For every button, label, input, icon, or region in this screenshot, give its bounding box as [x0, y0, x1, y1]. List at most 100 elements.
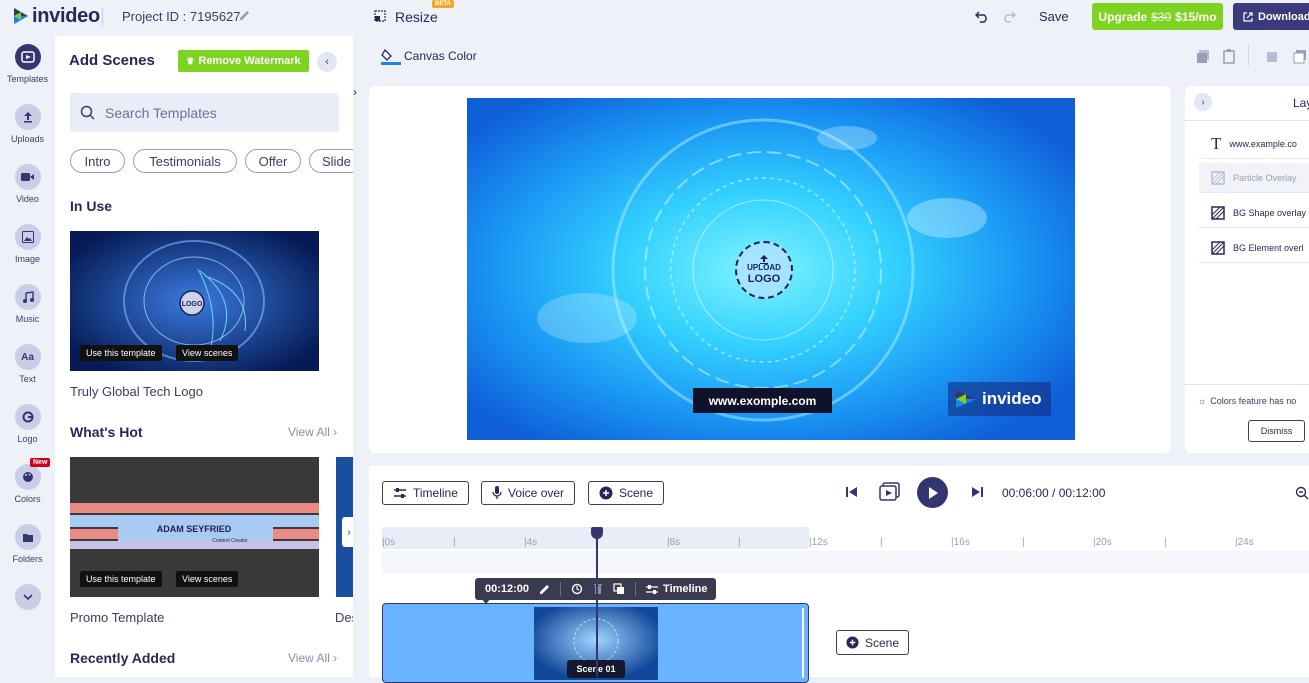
scene-timeline-button[interactable]: Timeline	[646, 583, 707, 595]
remove-watermark-button[interactable]: ♛ Remove Watermark	[178, 50, 309, 72]
edit-pencil-icon[interactable]	[238, 9, 251, 22]
rail-item-logo[interactable]: Logo	[0, 404, 55, 444]
layer-item-bg-element[interactable]: BG Element overl	[1199, 233, 1309, 263]
bring-forward-icon[interactable]	[1266, 49, 1280, 64]
save-button[interactable]: Save	[1039, 9, 1069, 24]
lightbulb-icon: ☼	[1198, 396, 1207, 406]
layers-expand-button[interactable]: ›	[1194, 93, 1212, 111]
ruler-tick: |20s	[1093, 537, 1112, 548]
undo-icon[interactable]	[974, 9, 990, 23]
layer-item-particle[interactable]: Particle Overlay	[1199, 163, 1309, 193]
edit-icon[interactable]	[539, 584, 550, 595]
add-scene-button[interactable]: Scene	[836, 630, 909, 655]
redo-icon[interactable]	[1001, 9, 1017, 23]
add-scene-toolbar-button[interactable]: Scene	[588, 481, 665, 505]
plus-circle-icon	[846, 636, 859, 649]
copy-icon[interactable]	[1196, 49, 1210, 64]
resize-icon[interactable]	[374, 10, 386, 22]
view-all-link[interactable]: View All ›	[288, 425, 337, 439]
skip-forward-icon[interactable]	[970, 485, 984, 499]
audio-track[interactable]	[382, 551, 1309, 574]
view-all-link-2[interactable]: View All ›	[288, 651, 337, 665]
template-card-in-use[interactable]: LOGO Use this template View scenes	[70, 231, 319, 371]
upgrade-label: Upgrade	[1098, 9, 1148, 24]
whats-hot-heading: What's Hot	[70, 424, 143, 440]
playhead-line[interactable]	[596, 530, 598, 677]
rail-item-colors[interactable]: New Colors	[0, 458, 55, 504]
clip-resize-handle[interactable]	[802, 608, 804, 678]
timeline-button-label: Timeline	[413, 486, 458, 500]
recently-added-heading: Recently Added	[70, 650, 176, 666]
tick-label: 12s	[811, 537, 828, 548]
collapse-panel-button[interactable]: ‹	[317, 52, 337, 72]
rail-item-uploads[interactable]: Uploads	[0, 104, 55, 144]
template-card-promo[interactable]: ADAM SEYFRIED Content Creator Use this t…	[70, 457, 319, 597]
layer-item-text[interactable]: T www.example.co	[1199, 129, 1309, 159]
timeline-button[interactable]: Timeline	[382, 481, 469, 505]
template-caption-partial: Des	[335, 610, 353, 625]
rail-item-folders[interactable]: Folders	[0, 524, 55, 564]
divider	[102, 8, 103, 26]
chip-slide[interactable]: Slide	[309, 149, 353, 173]
resize-button[interactable]: Resize	[395, 9, 438, 25]
expand-panel-toggle[interactable]: ›	[353, 85, 363, 105]
rail-item-video[interactable]: Video	[0, 164, 55, 204]
divider	[635, 582, 637, 596]
upgrade-button[interactable]: Upgrade $30 $15/mo	[1092, 3, 1223, 30]
replace-icon[interactable]	[571, 583, 583, 595]
skip-back-icon[interactable]	[845, 485, 859, 499]
upload-logo-line1: UPLOAD	[747, 263, 781, 273]
zoom-icon[interactable]	[1295, 486, 1309, 500]
folder-icon	[14, 524, 41, 550]
invideo-logo-icon	[14, 8, 28, 24]
duplicate-icon[interactable]	[613, 583, 625, 595]
view-scenes-button[interactable]: View scenes	[176, 571, 239, 587]
rail-label: Templates	[6, 74, 49, 84]
paste-icon[interactable]	[1222, 49, 1236, 64]
invideo-watermark: invideo	[948, 382, 1051, 416]
text-layer-icon: T	[1211, 133, 1222, 153]
ruler-tick: |	[1164, 537, 1167, 548]
use-template-button[interactable]: Use this template	[80, 571, 162, 587]
text-icon: Aa	[14, 344, 41, 370]
sliders-icon	[394, 488, 406, 498]
chip-testimonials[interactable]: Testimonials	[133, 149, 237, 173]
playhead-handle[interactable]	[591, 527, 603, 539]
download-label: Download	[1258, 10, 1309, 23]
rail-item-text[interactable]: Aa Text	[0, 344, 55, 384]
canvas-color-button[interactable]: Canvas Color	[404, 49, 477, 63]
search-input[interactable]: Search Templates	[70, 93, 339, 132]
send-backward-icon[interactable]	[1293, 49, 1307, 64]
chip-offer[interactable]: Offer	[245, 149, 301, 173]
chevron-right-icon: ›	[1201, 96, 1205, 108]
trash-icon[interactable]	[593, 583, 603, 595]
paint-bucket-icon[interactable]	[381, 47, 401, 65]
rail-item-image[interactable]: Image	[0, 224, 55, 264]
external-link-icon	[1243, 11, 1253, 22]
dismiss-button[interactable]: Dismiss	[1248, 420, 1305, 442]
thumb-logo-text: LOGO	[182, 301, 203, 308]
use-template-button[interactable]: Use this template	[80, 345, 162, 361]
voice-over-button[interactable]: Voice over	[481, 481, 576, 505]
rail-item-music[interactable]: Music	[0, 284, 55, 324]
preview-scene-icon[interactable]	[879, 482, 901, 502]
play-button[interactable]	[917, 477, 948, 508]
ruler-tick: |12s	[809, 537, 828, 548]
music-icon	[14, 284, 41, 310]
url-text-element[interactable]: www.exomple.com	[693, 388, 832, 413]
voice-over-label: Voice over	[508, 486, 565, 500]
layer-item-bg-shape[interactable]: BG Shape overlay	[1199, 198, 1309, 228]
divider	[1248, 44, 1249, 66]
microphone-icon	[492, 486, 502, 499]
upload-logo-placeholder[interactable]: UPLOAD LOGO	[735, 241, 793, 299]
chip-intro[interactable]: Intro	[70, 149, 125, 173]
view-scenes-button[interactable]: View scenes	[176, 345, 239, 361]
rail-more-button[interactable]	[0, 584, 55, 614]
template-card-partial[interactable]: ›	[336, 457, 353, 597]
time-readout: 00:06:00 / 00:12:00	[1002, 486, 1106, 500]
download-button[interactable]: Download	[1233, 3, 1309, 30]
rail-item-templates[interactable]: Templates	[0, 44, 55, 84]
video-preview[interactable]: UPLOAD LOGO www.exomple.com invideo	[467, 98, 1075, 440]
carousel-next-button[interactable]: ›	[342, 517, 353, 547]
chevron-down-icon	[14, 584, 41, 610]
